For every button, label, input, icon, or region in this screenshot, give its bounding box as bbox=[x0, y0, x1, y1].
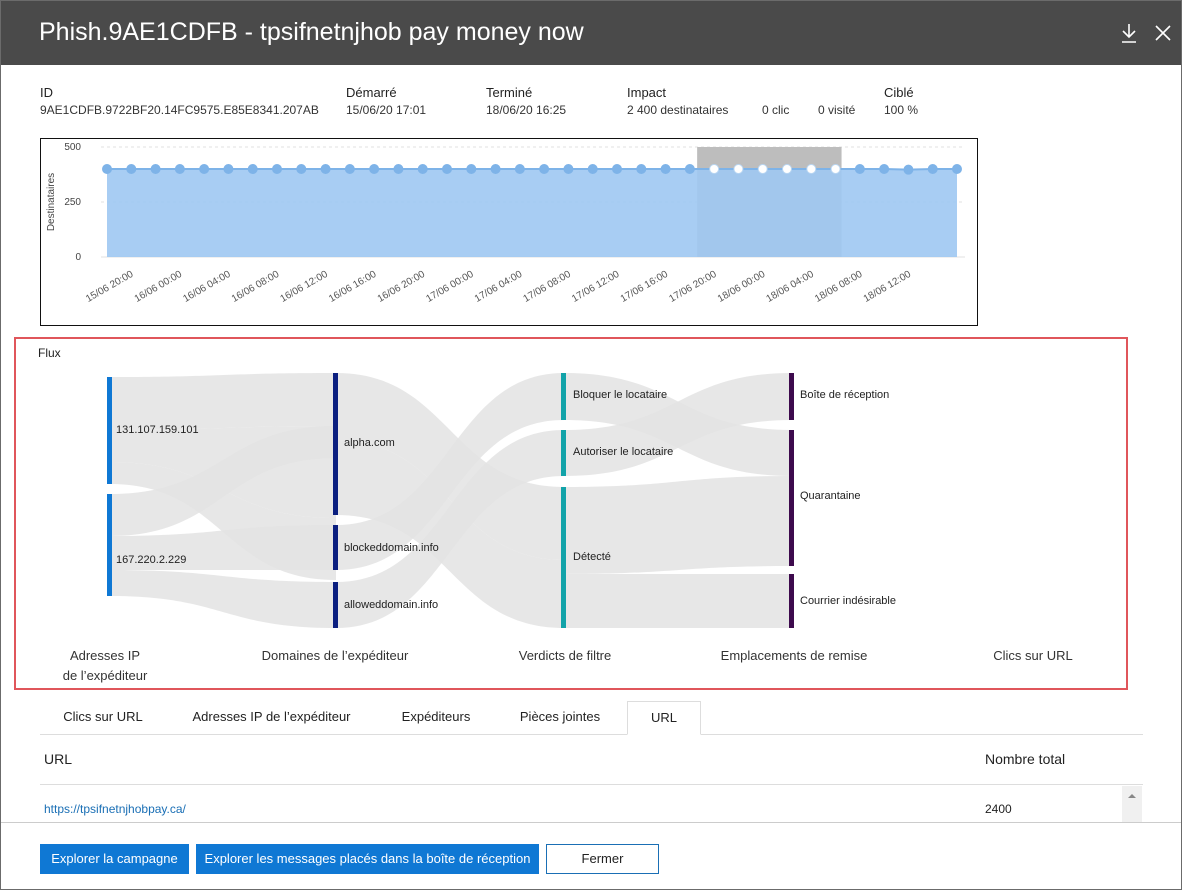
tab-url-clicks[interactable]: Clics sur URL bbox=[52, 701, 154, 735]
node-l3-label: Courrier indésirable bbox=[800, 595, 896, 607]
explore-campaign-button[interactable]: Explorer la campagne bbox=[40, 844, 189, 874]
col-delivery-location: Emplacements de remise bbox=[720, 648, 868, 663]
sankey-links bbox=[110, 373, 792, 628]
node-v3-label: Détecté bbox=[573, 551, 611, 563]
node-ip2-label: 167.220.2.229 bbox=[116, 554, 187, 566]
node-v2-label: Autoriser le locataire bbox=[573, 446, 674, 458]
table-scrollbar[interactable] bbox=[1122, 786, 1142, 822]
node-d3 bbox=[333, 582, 338, 628]
table-row-total: 2400 bbox=[985, 802, 1012, 816]
tab-bar: Clics sur URL Adresses IP de l’expéditeu… bbox=[40, 701, 1143, 735]
close-button[interactable]: Fermer bbox=[546, 844, 659, 874]
col-sender-domain: Domaines de l’expéditeur bbox=[261, 648, 409, 663]
scroll-up-arrow-icon[interactable] bbox=[1122, 786, 1142, 806]
link-ip2-allowed bbox=[110, 570, 336, 628]
link-ip1-alpha bbox=[110, 373, 336, 430]
table-header-divider bbox=[40, 784, 1143, 785]
table-header-total[interactable]: Nombre total bbox=[985, 751, 1065, 767]
node-l2-label: Quarantaine bbox=[800, 490, 861, 502]
col-url-clicks: Clics sur URL bbox=[993, 648, 1073, 663]
tab-senders[interactable]: Expéditeurs bbox=[390, 701, 482, 735]
node-l2 bbox=[789, 430, 794, 566]
node-v1 bbox=[561, 373, 566, 420]
table-header-url[interactable]: URL bbox=[44, 751, 72, 767]
col-filter-verdicts: Verdicts de filtre bbox=[518, 648, 612, 663]
node-l1 bbox=[789, 373, 794, 420]
node-l3 bbox=[789, 574, 794, 628]
table-row-url-link[interactable]: https://tpsifnetnjhobpay.ca/ bbox=[44, 802, 186, 816]
tab-attachments[interactable]: Pièces jointes bbox=[510, 701, 610, 735]
tab-url[interactable]: URL bbox=[627, 701, 701, 735]
node-d3-label: alloweddomain.info bbox=[344, 599, 439, 611]
node-d2 bbox=[333, 525, 338, 570]
tab-sender-ip[interactable]: Adresses IP de l’expéditeur bbox=[180, 701, 363, 735]
node-ip2 bbox=[107, 494, 112, 596]
node-ip1 bbox=[107, 377, 112, 484]
node-v1-label: Bloquer le locataire bbox=[573, 389, 668, 401]
explore-messages-button[interactable]: Explorer les messages placés dans la boî… bbox=[196, 844, 539, 874]
col-sender-ip: Adresses IP de l’expéditeur bbox=[62, 648, 148, 683]
node-d1 bbox=[333, 373, 338, 515]
link-detected-junk bbox=[564, 574, 792, 628]
node-ip1-label: 131.107.159.101 bbox=[116, 424, 199, 436]
node-d1-label: alpha.com bbox=[344, 437, 395, 449]
node-v2 bbox=[561, 430, 566, 476]
node-l1-label: Boîte de réception bbox=[800, 389, 890, 401]
node-v3 bbox=[561, 487, 566, 628]
node-d2-label: blockeddomain.info bbox=[344, 542, 439, 554]
